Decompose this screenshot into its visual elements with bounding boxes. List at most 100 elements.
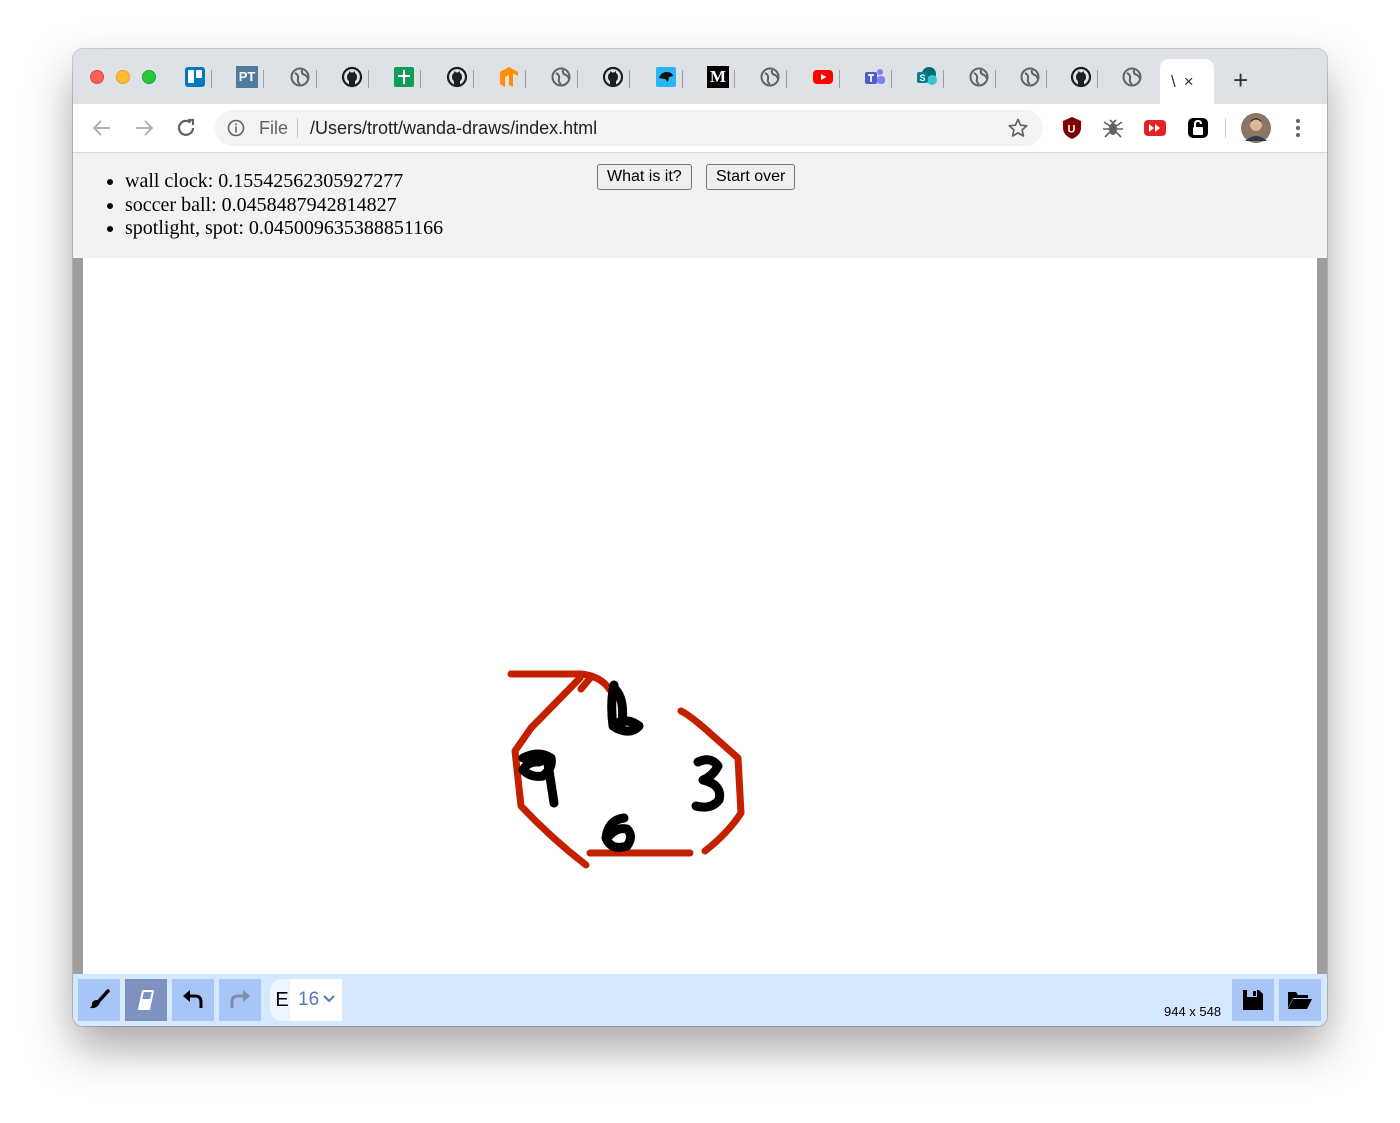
browser-toolbar: File /Users/trott/wanda-draws/index.html… — [73, 104, 1327, 153]
tab-globe-3[interactable] — [759, 49, 787, 104]
scheme-label: File — [259, 118, 289, 138]
brush-size-select[interactable]: 16 — [290, 979, 342, 1021]
github-icon — [341, 66, 363, 88]
bug-icon — [1103, 119, 1123, 138]
brush-tool-button[interactable] — [78, 979, 120, 1021]
globe-icon — [1019, 66, 1041, 88]
tab-github-4[interactable] — [1070, 49, 1098, 104]
prediction-item: spotlight, spot: 0.045009635388851166 — [125, 217, 443, 241]
bookmark-star-icon[interactable] — [1007, 117, 1029, 144]
medium-icon: M — [707, 65, 729, 88]
tab-sharepoint[interactable]: S — [916, 49, 944, 104]
ublock-icon: U — [1063, 117, 1081, 139]
drawing-canvas[interactable] — [83, 258, 1317, 974]
tab-github-1[interactable] — [341, 49, 369, 104]
tab-globe-2[interactable] — [550, 49, 578, 104]
active-tab-title: \ — [1171, 71, 1176, 91]
globe-icon — [968, 66, 990, 88]
undo-button[interactable] — [172, 979, 214, 1021]
google-sheets-icon — [393, 66, 415, 88]
tab-sheets[interactable] — [393, 49, 421, 104]
kebab-menu-icon — [1296, 119, 1300, 137]
sharepoint-icon: S — [916, 66, 938, 88]
what-is-it-button[interactable]: What is it? — [597, 164, 692, 190]
minimize-window-button[interactable] — [116, 70, 130, 84]
tab-youtube[interactable] — [812, 49, 840, 104]
zoom-window-button[interactable] — [142, 70, 156, 84]
tab-globe-6[interactable] — [1121, 49, 1143, 104]
redo-button[interactable] — [219, 979, 261, 1021]
eraser-icon — [138, 990, 154, 1010]
drawing-strokes — [507, 670, 745, 869]
browser-window: PT M S \ × + File /Users/trott/wanda-dra… — [73, 49, 1327, 1026]
redo-icon — [230, 990, 250, 1008]
lock-extension[interactable] — [1185, 115, 1211, 141]
tab-github-2[interactable] — [446, 49, 474, 104]
tab-strip: PT M S \ × + — [73, 49, 1327, 104]
page-content: wall clock: 0.15542562305927277 soccer b… — [73, 153, 1327, 1026]
address-divider — [297, 118, 298, 138]
brush-icon — [90, 989, 110, 1009]
close-tab-icon[interactable]: × — [1184, 72, 1194, 92]
canvas-frame — [73, 258, 1327, 974]
github-icon — [446, 66, 468, 88]
bug-extension[interactable] — [1100, 115, 1126, 141]
back-arrow-icon — [92, 120, 110, 136]
canvas-dimensions: 944 x 548 — [1164, 1004, 1222, 1019]
reload-icon — [177, 118, 195, 136]
github-icon — [1070, 66, 1092, 88]
undo-icon — [183, 990, 203, 1008]
reload-button[interactable] — [174, 116, 198, 140]
tab-tensorflow[interactable] — [498, 49, 526, 104]
open-button[interactable] — [1279, 979, 1321, 1021]
github-icon — [602, 66, 624, 88]
address-bar[interactable]: File /Users/trott/wanda-draws/index.html — [215, 110, 1043, 146]
tab-teams[interactable] — [864, 49, 892, 104]
tab-trello[interactable] — [184, 49, 212, 104]
menu-button[interactable] — [1285, 115, 1311, 141]
info-icon[interactable] — [227, 119, 245, 142]
drawing-toolbar: E 16 944 x 548 — [73, 974, 1327, 1026]
new-tab-button[interactable]: + — [1233, 65, 1248, 96]
close-window-button[interactable] — [90, 70, 104, 84]
globe-icon — [759, 66, 781, 88]
ublock-extension[interactable]: U — [1059, 115, 1085, 141]
prediction-item: soccer ball: 0.0458487942814827 — [125, 194, 443, 218]
folder-open-icon — [1288, 992, 1312, 1009]
tab-globe-4[interactable] — [968, 49, 996, 104]
brush-size-value: 16 — [298, 989, 320, 1010]
url-text[interactable]: /Users/trott/wanda-draws/index.html — [310, 118, 597, 139]
tab-medium[interactable]: M — [707, 49, 735, 104]
start-over-button[interactable]: Start over — [706, 164, 796, 190]
eraser-tool-button[interactable] — [125, 979, 167, 1021]
globe-icon — [550, 66, 572, 88]
svg-text:S: S — [920, 73, 926, 83]
tab-github-3[interactable] — [602, 49, 630, 104]
chevron-down-icon — [323, 991, 335, 1009]
fast-forward-extension[interactable] — [1142, 115, 1168, 141]
tab-bird[interactable] — [655, 49, 683, 104]
pivotal-tracker-icon: PT — [236, 65, 258, 88]
forward-button[interactable] — [132, 116, 156, 140]
tab-pivotal[interactable]: PT — [236, 49, 264, 104]
back-button[interactable] — [90, 116, 114, 140]
globe-icon — [1121, 66, 1143, 88]
bird-icon — [655, 66, 677, 88]
forward-arrow-icon — [136, 120, 154, 136]
youtube-icon — [812, 66, 834, 88]
trello-icon — [184, 66, 206, 88]
avatar[interactable] — [1241, 113, 1271, 143]
toolbar-divider — [1225, 118, 1226, 138]
save-button[interactable] — [1232, 979, 1274, 1021]
teams-icon — [864, 66, 886, 88]
tensorflow-icon — [498, 66, 520, 88]
prediction-list: wall clock: 0.15542562305927277 soccer b… — [98, 170, 443, 241]
globe-icon — [289, 66, 311, 88]
fast-forward-icon — [1144, 120, 1166, 136]
prediction-item: wall clock: 0.15542562305927277 — [125, 170, 443, 194]
lock-icon — [1188, 118, 1208, 138]
tab-globe-1[interactable] — [289, 49, 317, 104]
profile-avatar-icon — [1241, 113, 1271, 143]
tab-active[interactable]: \ × — [1160, 59, 1214, 104]
tab-globe-5[interactable] — [1019, 49, 1047, 104]
